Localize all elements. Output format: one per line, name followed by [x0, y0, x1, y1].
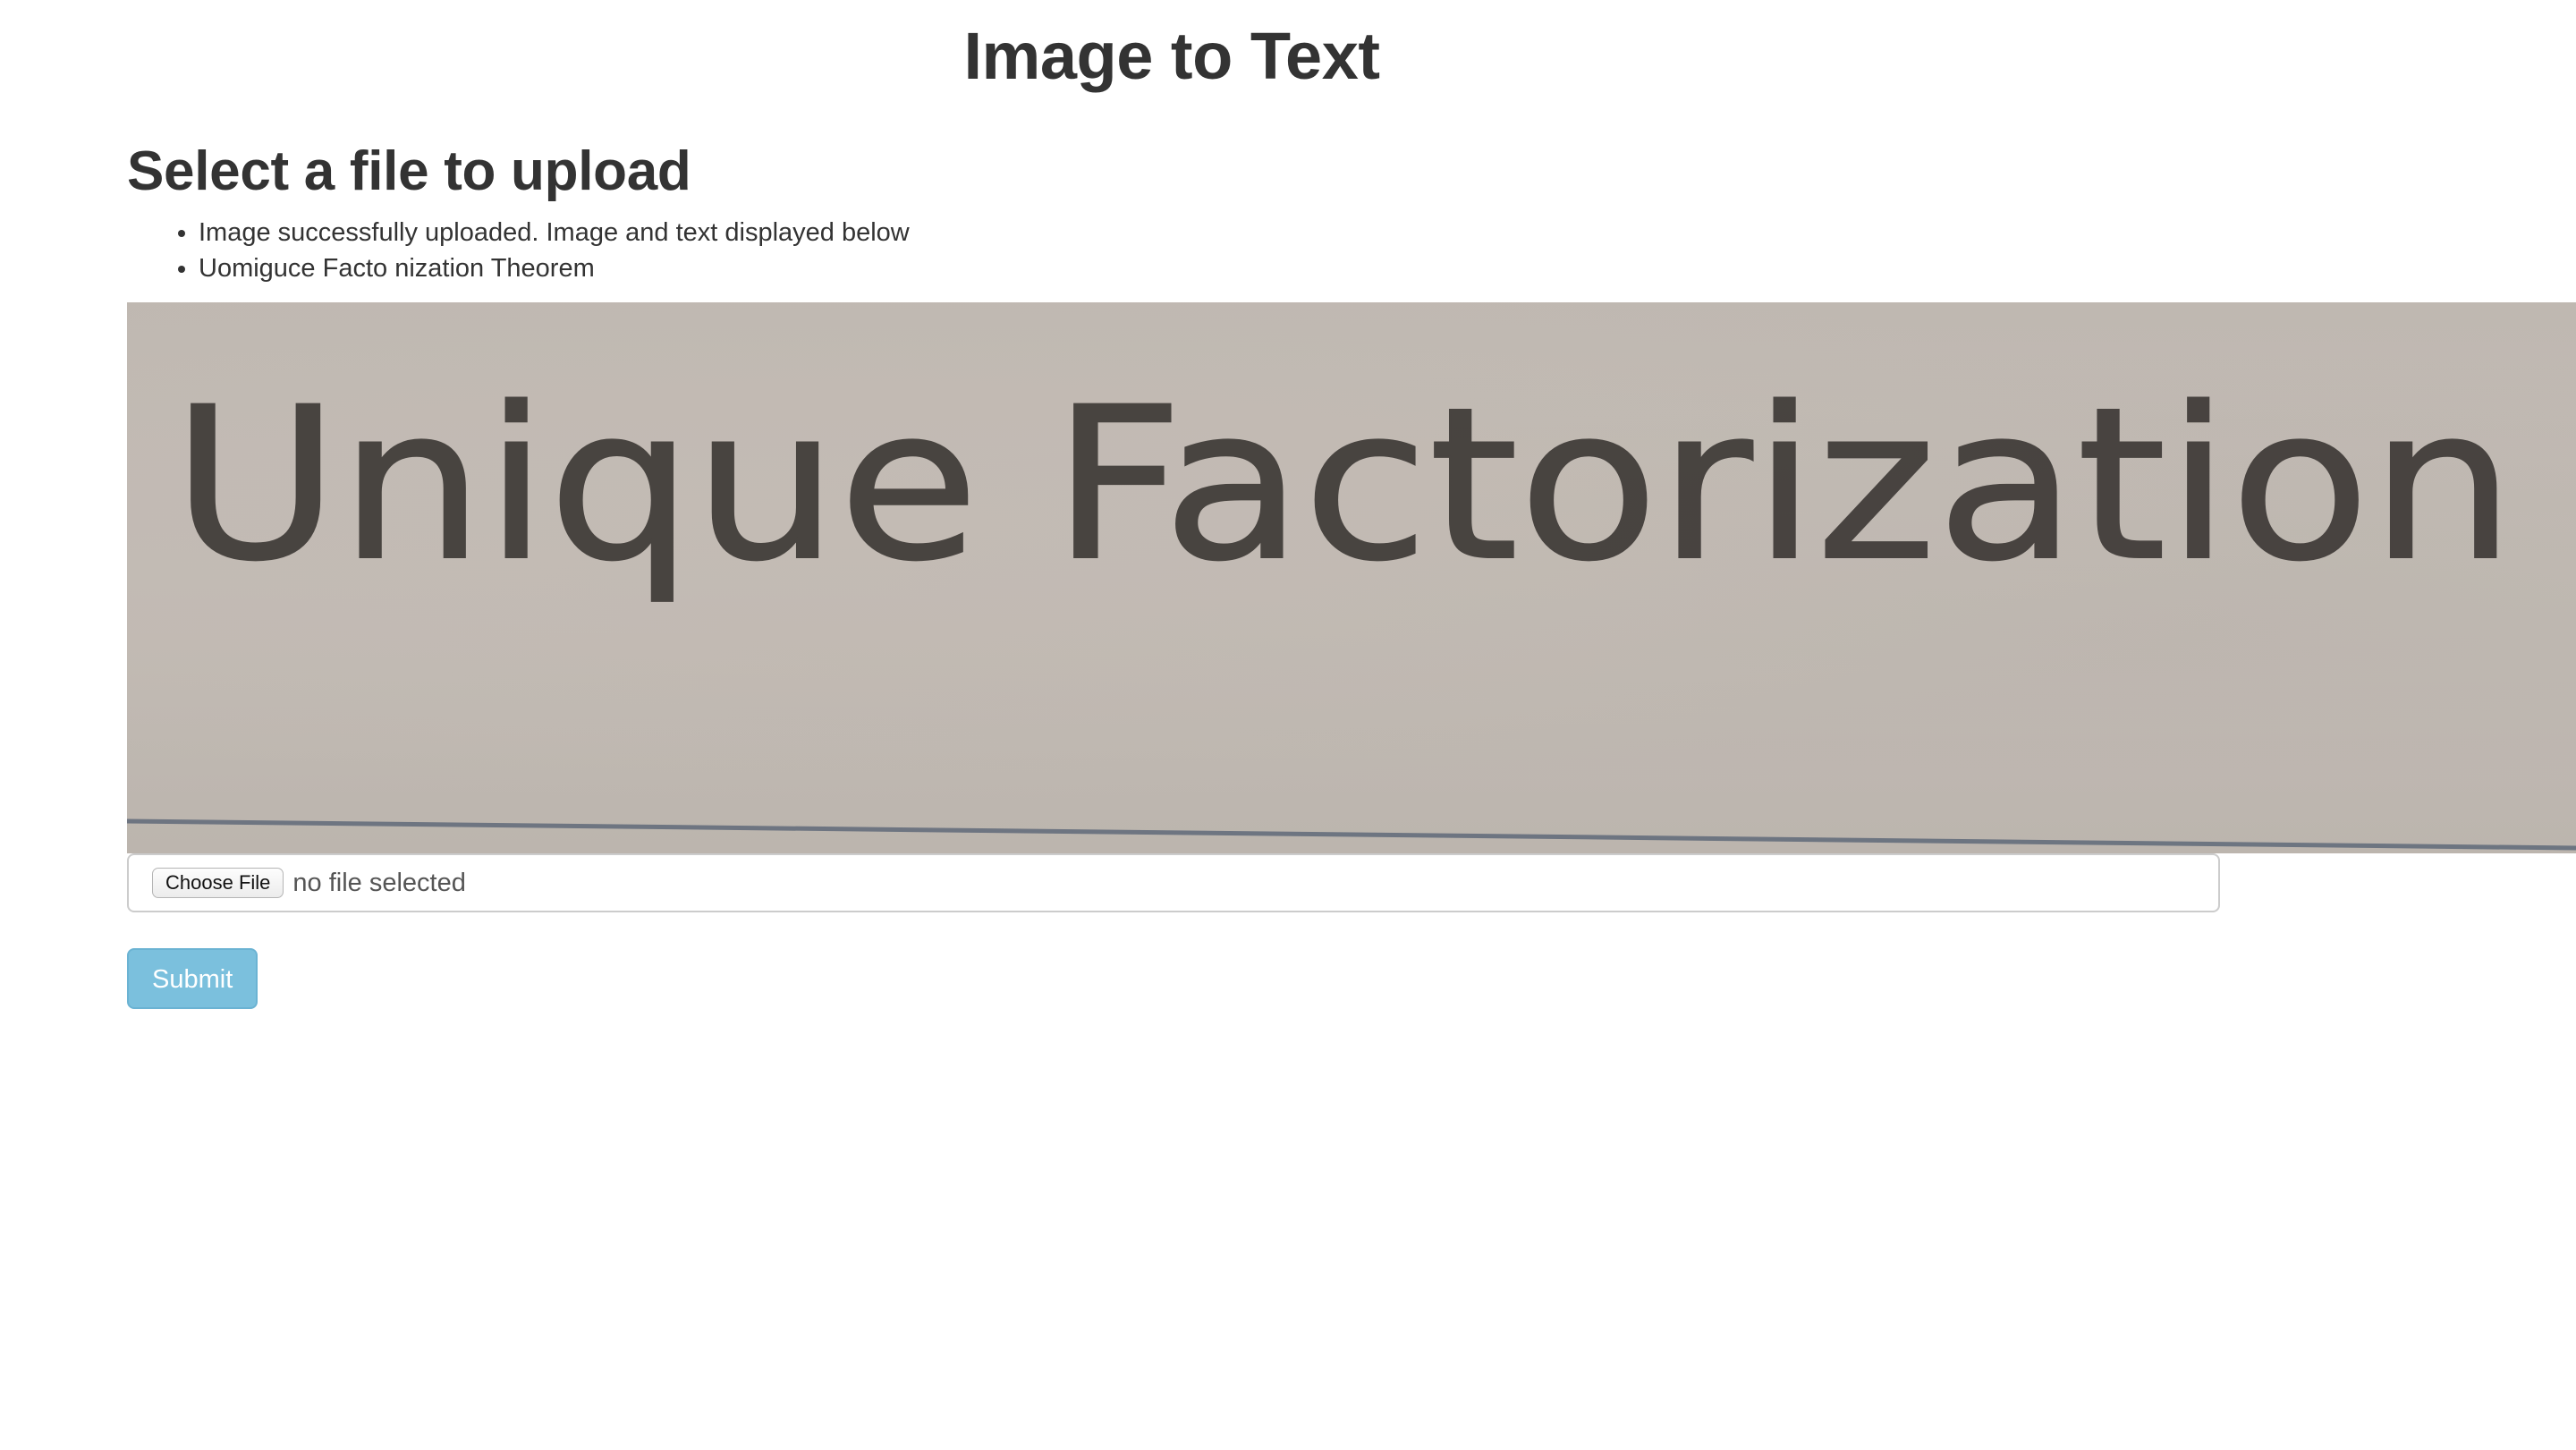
message-list: Image successfully uploaded. Image and t…: [127, 215, 2576, 286]
handwritten-text: Unique Factorization: [172, 363, 2515, 607]
submit-button[interactable]: Submit: [127, 948, 258, 1009]
section-title: Select a file to upload: [127, 140, 691, 202]
choose-file-button[interactable]: Choose File: [152, 868, 284, 898]
upload-section: Select a file to upload Image successful…: [127, 136, 2576, 1009]
paper-rule-line: [127, 818, 2576, 851]
page-title: Image to Text: [963, 19, 1381, 93]
file-status-text: no file selected: [292, 868, 466, 897]
handwriting-image: Unique Factorization: [127, 362, 2576, 851]
message-item-success: Image successfully uploaded. Image and t…: [199, 215, 2576, 250]
file-input[interactable]: Choose File no file selected: [127, 853, 2220, 912]
uploaded-image: Unique Factorization: [127, 302, 2576, 853]
message-item-extracted-text: Uomiguce Facto nization Theorem: [199, 250, 2576, 286]
